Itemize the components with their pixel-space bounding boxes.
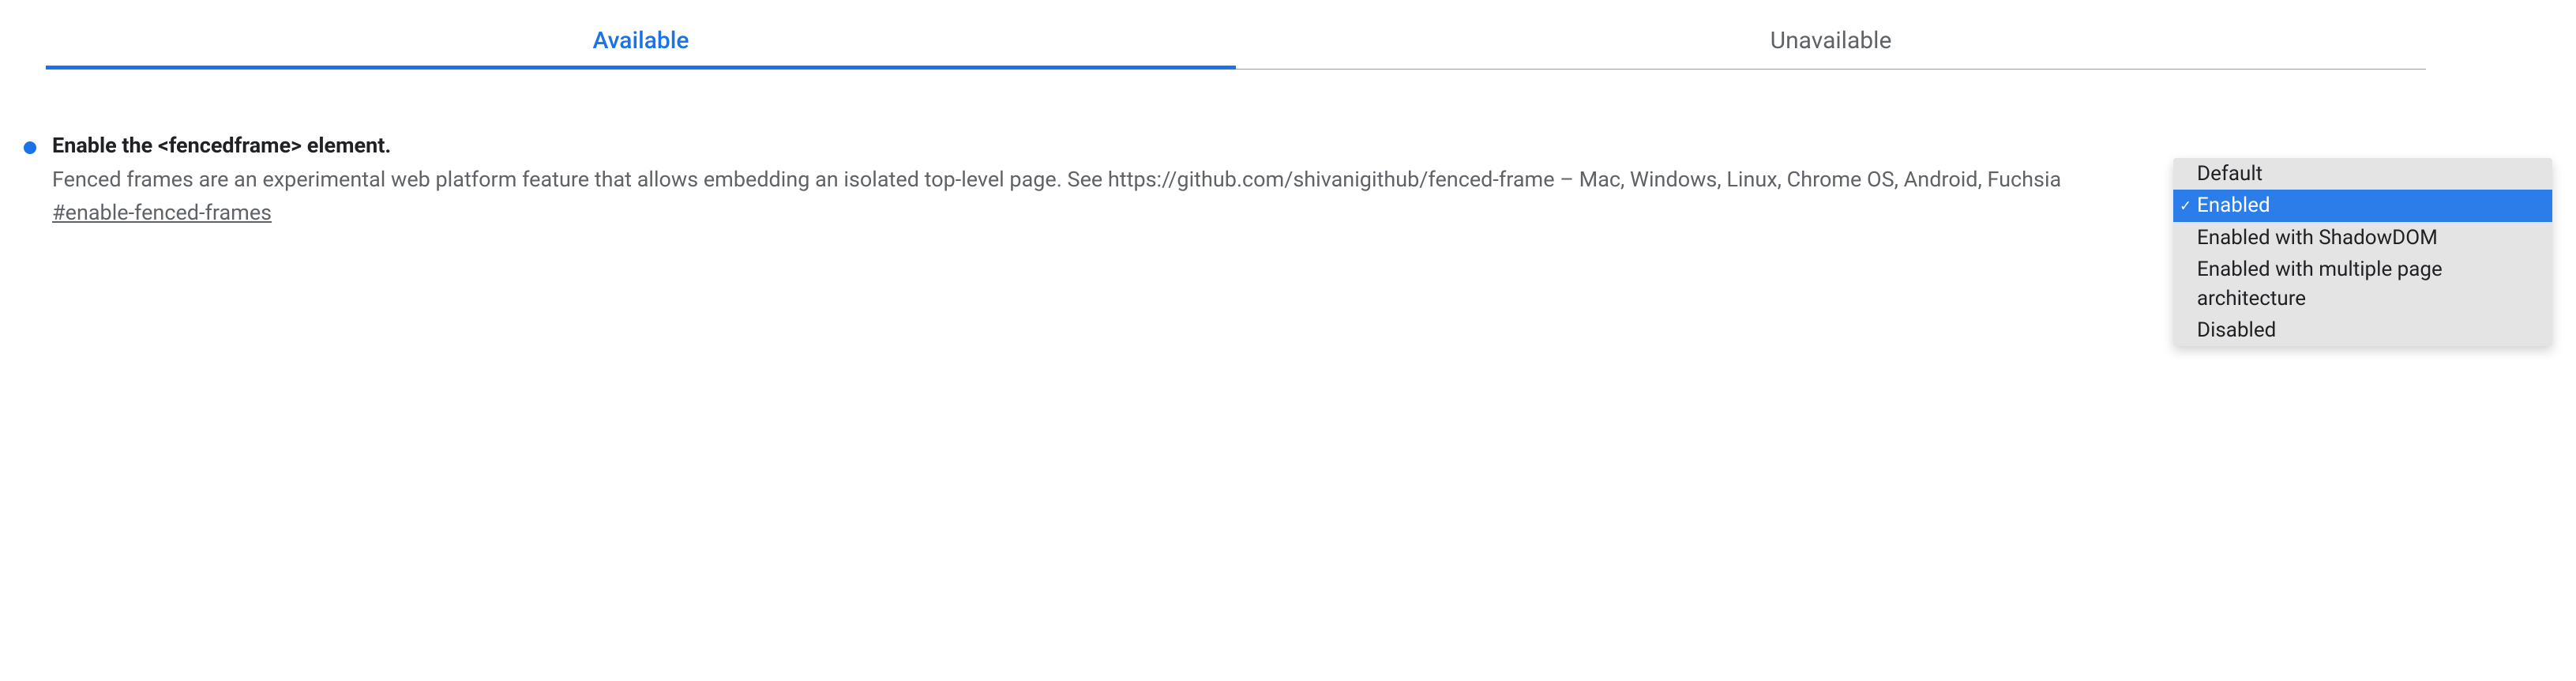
dropdown-option-enabled[interactable]: ✓ Enabled (2173, 190, 2552, 221)
flag-hash-link[interactable]: #enable-fenced-frames (52, 200, 272, 225)
tab-unavailable[interactable]: Unavailable (1236, 16, 2426, 69)
dropdown-option-label: Enabled with ShadowDOM (2197, 226, 2438, 250)
dropdown-option-default[interactable]: Default (2173, 158, 2552, 190)
dropdown-option-mpa[interactable]: Enabled with multiple page architecture (2173, 254, 2552, 314)
tab-available[interactable]: Available (46, 16, 1236, 69)
dropdown-option-disabled[interactable]: Disabled (2173, 314, 2552, 346)
modified-indicator-icon (24, 141, 36, 154)
flag-title: Enable the <fencedframe> element. (52, 133, 2157, 158)
dropdown-option-label: Disabled (2197, 318, 2276, 342)
dropdown-option-shadowdom[interactable]: Enabled with ShadowDOM (2173, 222, 2552, 254)
dropdown-option-label: Default (2197, 162, 2262, 186)
dropdown-menu: Default ✓ Enabled Enabled with ShadowDOM… (2173, 158, 2552, 346)
check-icon: ✓ (2180, 196, 2191, 216)
flag-text-block: Enable the <fencedframe> element. Fenced… (52, 133, 2157, 225)
dropdown-option-label: Enabled (2197, 194, 2270, 217)
flag-dropdown[interactable]: Default ✓ Enabled Enabled with ShadowDOM… (2173, 158, 2552, 346)
flag-description: Fenced frames are an experimental web pl… (52, 164, 2157, 195)
dropdown-option-label: Enabled with multiple page architecture (2197, 258, 2443, 310)
tabs-container: Available Unavailable (46, 16, 2426, 70)
flag-row: Enable the <fencedframe> element. Fenced… (24, 133, 2552, 346)
